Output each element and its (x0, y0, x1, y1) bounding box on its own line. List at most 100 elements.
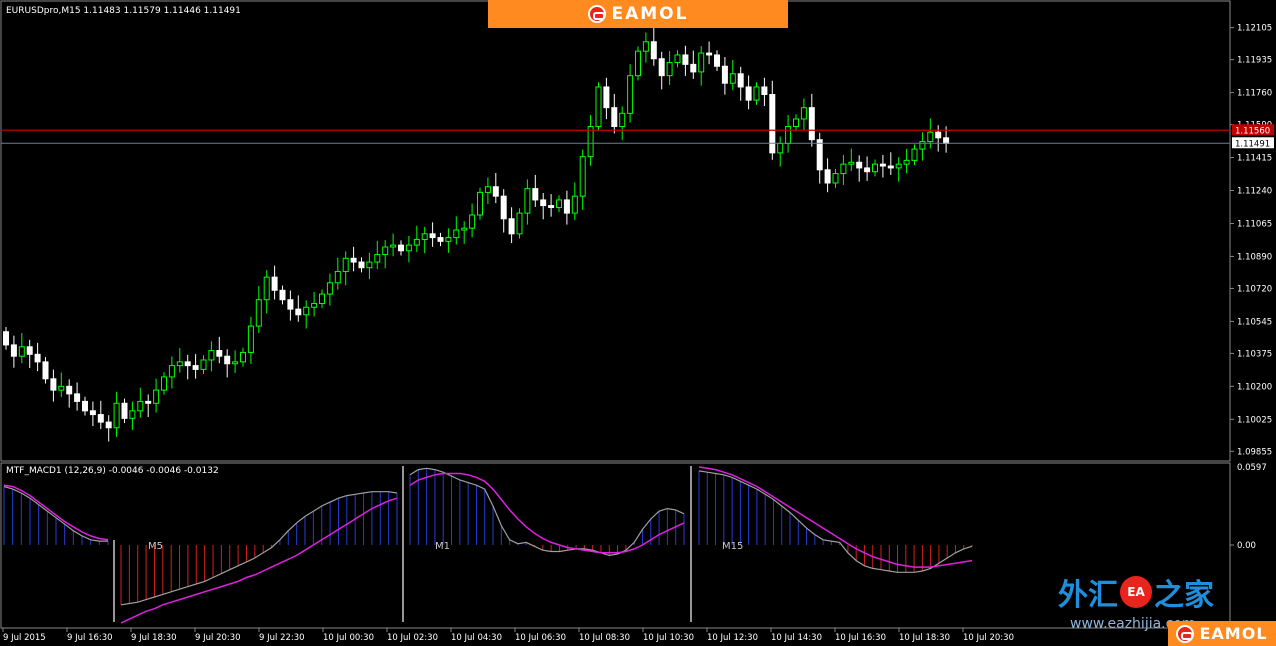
corner-logo: EAMOL (1168, 621, 1276, 646)
price-tick-label: 1.11240 (1237, 187, 1272, 197)
candle-body (492, 186, 499, 197)
corner-logo-icon (1176, 624, 1195, 643)
candle-body (808, 107, 815, 141)
time-tick-label: 9 Jul 18:30 (131, 633, 177, 643)
candle-body (255, 299, 262, 327)
candle-body (326, 282, 333, 295)
time-tick-label: 10 Jul 00:30 (323, 633, 374, 643)
candle-body (413, 238, 420, 246)
time-tick-label: 10 Jul 10:30 (643, 633, 694, 643)
time-tick-label: 9 Jul 2015 (3, 633, 46, 643)
time-tick-label: 10 Jul 18:30 (899, 633, 950, 643)
eamol-logo: EAMOL (587, 4, 689, 24)
price-tick-label: 1.12105 (1237, 24, 1272, 34)
candle-body (421, 233, 428, 240)
candle-body (66, 385, 73, 395)
candle-body (192, 365, 199, 370)
candle-body (366, 261, 373, 269)
price-tick-label: 1.11935 (1237, 56, 1272, 66)
eamol-banner[interactable]: EAMOL (488, 0, 788, 28)
candle-body (58, 385, 65, 391)
candle-body (311, 302, 318, 308)
candle-body (753, 86, 760, 101)
candle-body (89, 410, 96, 416)
candle-body (556, 199, 562, 208)
candle-body (532, 188, 539, 201)
candle-body (737, 73, 744, 88)
candle-body (161, 376, 167, 391)
macd-top-label: 0.0597 (1237, 463, 1267, 473)
candle-body (477, 191, 483, 216)
candle-body (358, 261, 365, 269)
price-tick-label: 1.10890 (1237, 252, 1272, 262)
candle-body (398, 244, 404, 252)
candle-body (42, 361, 49, 380)
watermark-title: 外汇 EA 之家 (1058, 570, 1228, 614)
candle-body (635, 50, 641, 77)
watermark-cn-left: 外汇 (1058, 578, 1118, 613)
candle-body (603, 86, 610, 109)
candle-body (350, 257, 357, 263)
time-tick-label: 10 Jul 04:30 (451, 633, 502, 643)
indicator-header: MTF_MACD1 (12,26,9) -0.0046 -0.0046 -0.0… (6, 466, 219, 476)
trading-chart[interactable]: 1.121051.119351.117601.115901.114151.112… (0, 0, 1276, 646)
symbol-header: EURUSDpro,M15 1.11483 1.11579 1.11446 1.… (6, 6, 241, 16)
candle-body (698, 52, 705, 73)
candle-body (500, 195, 507, 220)
candle-body (777, 142, 784, 154)
candle-body (145, 400, 152, 404)
candle-body (82, 400, 88, 412)
candle-body (121, 402, 128, 419)
candle-body (319, 293, 325, 304)
candle-body (74, 393, 81, 402)
candle-body (508, 218, 515, 235)
candle-body (342, 257, 349, 272)
candle-body (848, 161, 855, 165)
candle-body (611, 107, 618, 128)
candle-body (113, 402, 120, 429)
candle-body (706, 52, 713, 56)
time-tick-label: 9 Jul 16:30 (67, 633, 113, 643)
candle-body (3, 331, 9, 346)
time-tick-label: 9 Jul 20:30 (195, 633, 241, 643)
candle-body (729, 73, 736, 84)
candle-body (595, 86, 602, 128)
candle-body (856, 161, 863, 169)
candle-body (785, 126, 792, 144)
candle-body (911, 148, 918, 161)
candle-body (429, 233, 436, 239)
time-tick-label: 10 Jul 02:30 (387, 633, 438, 643)
candle-body (682, 54, 689, 65)
macd-timeframe-label: M15 (722, 541, 743, 552)
candle-body (10, 344, 17, 357)
corner-logo-text: EAMOL (1199, 624, 1268, 643)
candle-body (619, 112, 626, 128)
candle-body (674, 54, 681, 63)
candle-body (445, 237, 452, 242)
price-tick-label: 1.10025 (1237, 415, 1272, 425)
time-tick-label: 10 Jul 12:30 (707, 633, 758, 643)
candle-body (548, 205, 555, 208)
price-tick-label: 1.09855 (1237, 447, 1272, 457)
price-tick-label: 1.10375 (1237, 349, 1272, 359)
candle-body (563, 199, 570, 214)
candle-body (579, 156, 586, 197)
time-tick-label: 10 Jul 14:30 (771, 633, 822, 643)
candle-body (800, 107, 807, 120)
candle-body (50, 378, 57, 391)
price-tick-label: 1.10200 (1237, 382, 1272, 392)
candle-body (405, 244, 412, 252)
candle-body (153, 389, 160, 404)
candle-body (484, 186, 491, 193)
eamol-logo-icon (587, 5, 606, 23)
time-tick-label: 9 Jul 22:30 (259, 633, 305, 643)
time-tick-label: 10 Jul 06:30 (515, 633, 566, 643)
candle-body (769, 93, 776, 154)
time-tick-label: 10 Jul 08:30 (579, 633, 630, 643)
candle-body (224, 355, 231, 365)
candle-body (382, 246, 389, 256)
price-tick-label: 1.11415 (1237, 154, 1272, 164)
candle-body (714, 54, 720, 67)
candle-body (571, 195, 578, 214)
candle-body (627, 75, 634, 114)
